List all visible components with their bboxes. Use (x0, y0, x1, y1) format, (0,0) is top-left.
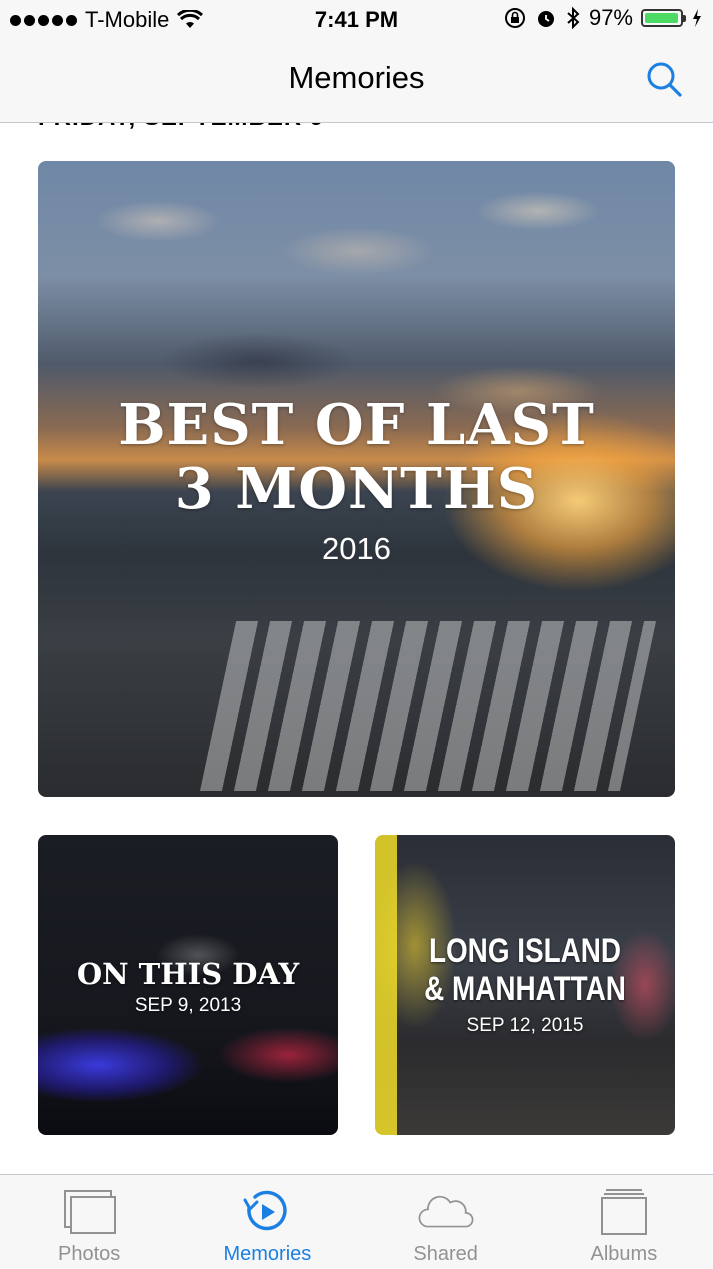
memory-card-on-this-day[interactable]: ON THIS DAY SEP 9, 2013 (38, 835, 338, 1135)
search-icon (647, 62, 682, 97)
memories-icon (243, 1190, 288, 1231)
memory-cover-detail (199, 621, 657, 791)
memory-title: BEST OF LAST 3 MONTHS (38, 393, 675, 521)
memory-title-line-2: & MANHATTAN (424, 970, 626, 1008)
tab-albums[interactable]: Albums (535, 1175, 713, 1269)
search-button[interactable] (645, 60, 685, 100)
photos-icon (64, 1190, 117, 1234)
tab-label: Albums (590, 1243, 658, 1265)
memory-title: LONG ISLAND & MANHATTAN (402, 932, 648, 1008)
page-title: Memories (288, 60, 425, 95)
tab-bar: Photos Memories Shared Albums (0, 1174, 713, 1269)
cloud-icon (418, 1195, 474, 1228)
navigation-bar: T-Mobile 7:41 PM 97% Memories (0, 0, 713, 123)
tab-label: Memories (223, 1243, 312, 1265)
battery-icon (641, 9, 686, 27)
alarm-icon (537, 11, 554, 27)
memory-subtitle: SEP 9, 2013 (134, 995, 242, 1016)
status-bar: T-Mobile 7:41 PM 97% (0, 0, 713, 40)
memory-title-line-1: LONG ISLAND (428, 932, 622, 970)
tab-label: Photos (57, 1243, 121, 1265)
tab-label: Shared (413, 1243, 478, 1265)
tab-photos[interactable]: Photos (0, 1175, 178, 1269)
charging-icon (693, 9, 701, 27)
status-right-group: 97% (503, 5, 703, 31)
memory-card-best-of-last-3-months[interactable]: BEST OF LAST 3 MONTHS 2016 (38, 161, 675, 797)
memory-card-long-island-manhattan[interactable]: LONG ISLAND & MANHATTAN SEP 12, 2015 (375, 835, 675, 1135)
memory-subtitle: 2016 (322, 531, 391, 566)
bluetooth-icon (567, 6, 580, 30)
memories-feed[interactable]: FRIDAY, SEPTEMBER 9 BEST OF LAST 3 MONTH… (0, 122, 713, 1174)
tab-memories[interactable]: Memories (178, 1175, 356, 1269)
memory-title-line-1: BEST OF LAST (118, 392, 595, 458)
battery-percentage: 97% (588, 5, 633, 30)
memory-subtitle: SEP 12, 2015 (466, 1015, 584, 1036)
memory-title-line-2: 3 MONTHS (174, 456, 539, 522)
battery-level (645, 13, 678, 23)
rotation-lock-icon (504, 8, 525, 28)
section-header: FRIDAY, SEPTEMBER 9 (38, 122, 324, 132)
memory-title: ON THIS DAY (76, 957, 300, 991)
albums-icon (600, 1189, 647, 1235)
tab-shared[interactable]: Shared (357, 1175, 535, 1269)
